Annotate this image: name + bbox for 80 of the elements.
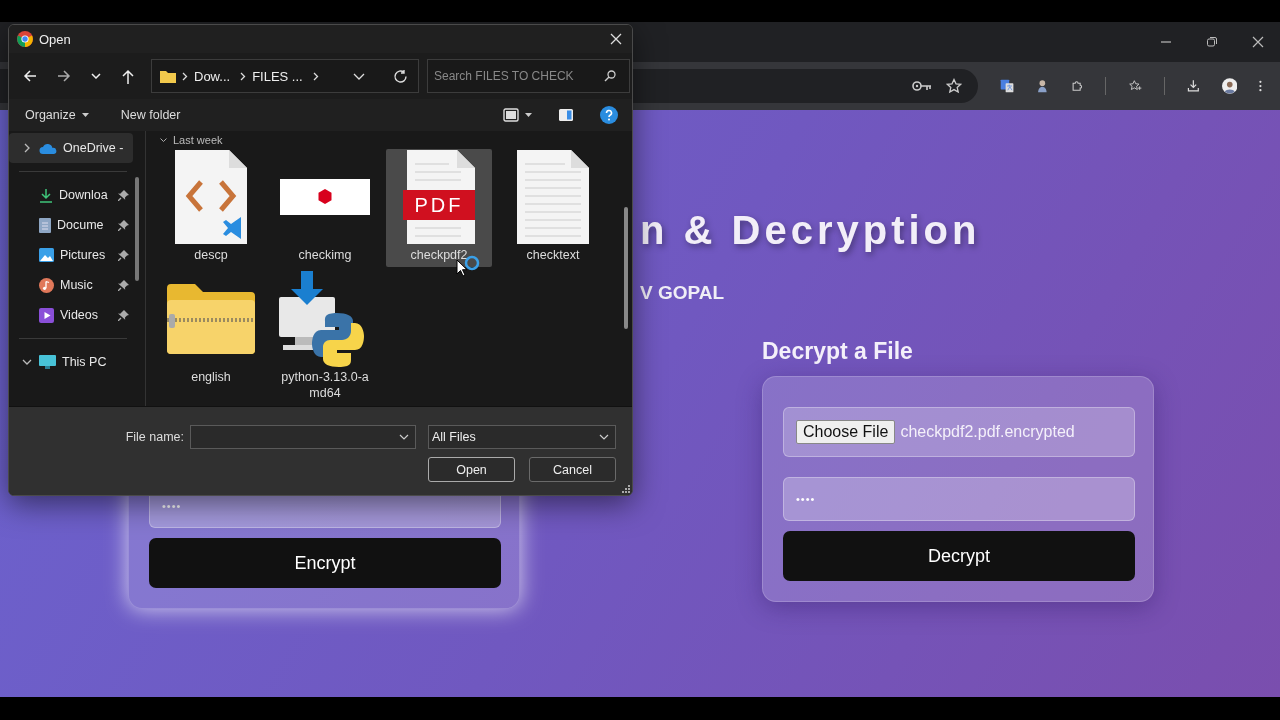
file-item[interactable]: english [158,271,264,401]
view-icon[interactable] [503,108,519,122]
chevron-icon [240,71,247,81]
zip-folder-icon [167,284,255,354]
group-header[interactable]: Last week [160,133,223,147]
code-file-icon [175,150,247,244]
video-icon [39,307,54,323]
recent-caret-icon[interactable] [91,73,101,79]
chevron-icon [312,71,319,81]
chevron-icon[interactable] [22,359,32,365]
breadcrumb-item[interactable]: Dow... [194,68,231,84]
sidebar-item[interactable]: Music [9,270,133,300]
field-label: File name: [125,430,184,444]
sidebar-item[interactable]: Downloa [9,180,133,210]
pin-icon[interactable] [118,309,129,321]
menu-icon[interactable] [1259,78,1262,94]
sidebar-item[interactable]: This PC [9,347,133,377]
pin-icon[interactable] [118,249,129,261]
organize-menu[interactable]: Organize [19,104,95,126]
search-field[interactable]: Search FILES TO CHECK [427,59,630,93]
monitor-icon [39,355,56,369]
document-icon [39,217,51,233]
folder-icon [160,69,176,83]
cancel-button[interactable]: Cancel [529,457,616,482]
up-icon[interactable] [121,68,135,84]
forward-icon[interactable] [57,69,71,83]
breadcrumb-item[interactable]: FILES ... [252,68,303,84]
picture-icon [39,248,54,262]
section-heading: Decrypt a File [762,337,914,366]
music-icon [39,277,54,293]
dropdown-caret-icon[interactable] [353,72,365,80]
key-icon[interactable] [912,80,932,92]
file-name-field[interactable] [190,425,416,449]
star-icon[interactable] [946,78,962,94]
decrypt-button[interactable]: Decrypt [783,531,1135,581]
back-icon[interactable] [23,69,37,83]
avatar-icon[interactable] [1221,75,1238,97]
pin-icon[interactable] [118,219,129,231]
refresh-icon[interactable] [393,68,408,84]
chevron-icon[interactable] [160,138,167,142]
page-title: n & Decryption [640,207,982,254]
selected-file-name: checkpdf2.pdf.encrypted [900,423,1075,441]
author-name: V GOPAL [640,282,726,304]
text-file-icon [517,150,589,244]
preview-pane-icon[interactable] [558,108,574,122]
caret-icon[interactable] [81,113,89,117]
download-icon [39,187,53,203]
open-button[interactable]: Open [428,457,515,482]
file-item[interactable]: python-3.13.0-amd64 [272,271,378,401]
pdf-label: PDF [414,194,464,216]
sidebar-item[interactable]: Videos [9,300,133,330]
address-field[interactable]: Dow... FILES ... [151,59,419,93]
restore-icon[interactable] [1206,36,1218,48]
download-icon[interactable] [1186,77,1200,95]
sidebar-item[interactable]: OneDrive - [9,133,133,163]
caret-icon[interactable] [525,113,532,117]
dialog-title: Open [39,31,71,47]
chevron-icon[interactable] [24,143,30,153]
file-item[interactable]: descp [158,149,264,267]
search-icon[interactable] [604,70,616,82]
file-item[interactable]: PDF checkpdf2 [386,149,492,267]
app-icon [17,31,33,47]
dropdown-caret-icon[interactable] [599,434,609,440]
file-type-dropdown[interactable]: All Files [428,425,616,449]
file-item[interactable]: checktext [500,149,606,267]
sidebar-item[interactable]: Pictures [9,240,133,270]
close-icon[interactable] [610,33,622,45]
choose-file-button[interactable]: Choose File [796,420,896,444]
pin-icon[interactable] [118,279,129,291]
resize-grip-icon[interactable] [622,485,630,493]
close-icon[interactable] [1252,36,1264,48]
encrypt-button[interactable]: Encrypt [149,538,501,588]
pin-icon[interactable] [118,189,129,201]
cloud-icon [39,142,57,154]
new-folder-button[interactable]: New folder [114,104,187,126]
help-icon[interactable] [600,106,618,124]
file-item[interactable]: checkimg [272,149,378,267]
chevron-icon [182,71,188,81]
sidebar-item[interactable]: Docume [9,210,133,240]
dropdown-caret-icon[interactable] [399,434,409,440]
